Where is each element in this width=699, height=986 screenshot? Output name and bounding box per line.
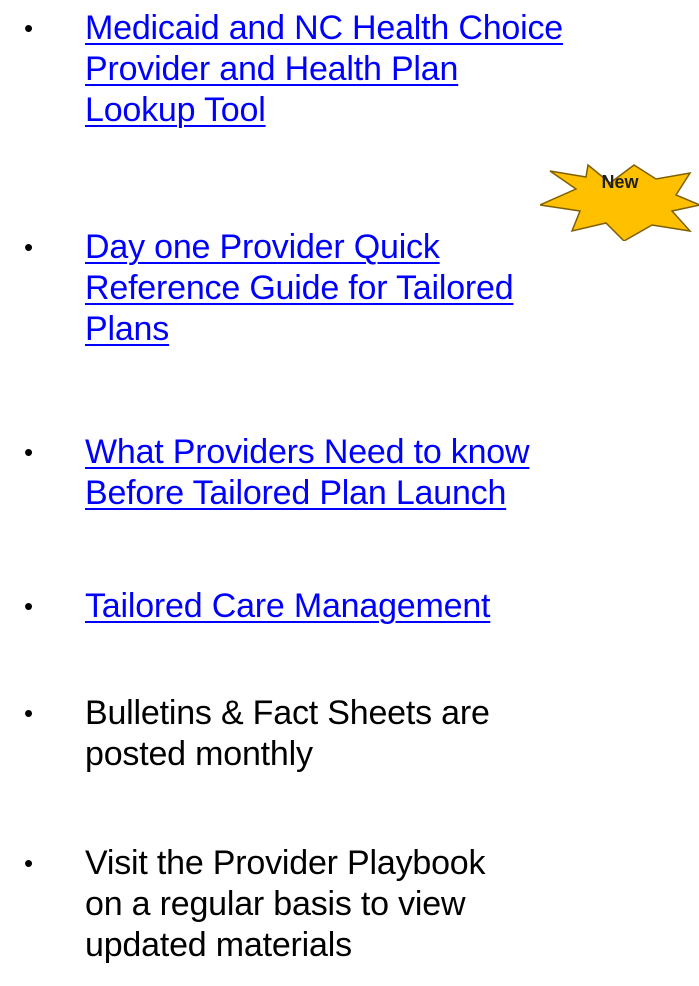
link-line: Before Tailored Plan Launch xyxy=(85,474,507,512)
link-line: Plans xyxy=(85,310,170,348)
bulletins-text: Bulletins & Fact Sheets are posted month… xyxy=(85,693,490,775)
playbook-text: Visit the Provider Playbook on a regular… xyxy=(85,843,485,966)
link-line: Tailored Care Management xyxy=(85,587,491,625)
bullet: • xyxy=(24,848,34,878)
bullet: • xyxy=(24,591,34,621)
text-line: on a regular basis to view xyxy=(85,885,466,923)
bullet: • xyxy=(24,437,34,467)
what-providers-need-link[interactable]: What Providers Need to know Before Tailo… xyxy=(85,432,530,514)
new-badge-label: New xyxy=(601,172,639,192)
link-line: What Providers Need to know xyxy=(85,433,530,471)
link-line: Lookup Tool xyxy=(85,91,266,129)
link-line: Medicaid and NC Health Choice xyxy=(85,9,564,47)
text-line: updated materials xyxy=(85,926,352,964)
quick-reference-guide-link[interactable]: Day one Provider Quick Reference Guide f… xyxy=(85,227,514,350)
text-line: Bulletins & Fact Sheets are xyxy=(85,694,490,732)
bullet: • xyxy=(24,698,34,728)
link-line: Reference Guide for Tailored xyxy=(85,269,514,307)
tailored-care-management-link[interactable]: Tailored Care Management xyxy=(85,586,491,627)
text-line: Visit the Provider Playbook xyxy=(85,844,486,882)
lookup-tool-link[interactable]: Medicaid and NC Health Choice Provider a… xyxy=(85,8,563,131)
link-line: Day one Provider Quick xyxy=(85,228,440,266)
bullet: • xyxy=(24,232,34,262)
link-line: Provider and Health Plan xyxy=(85,50,459,88)
bullet: • xyxy=(24,13,34,43)
new-badge: New xyxy=(537,161,699,242)
text-line: posted monthly xyxy=(85,735,313,773)
